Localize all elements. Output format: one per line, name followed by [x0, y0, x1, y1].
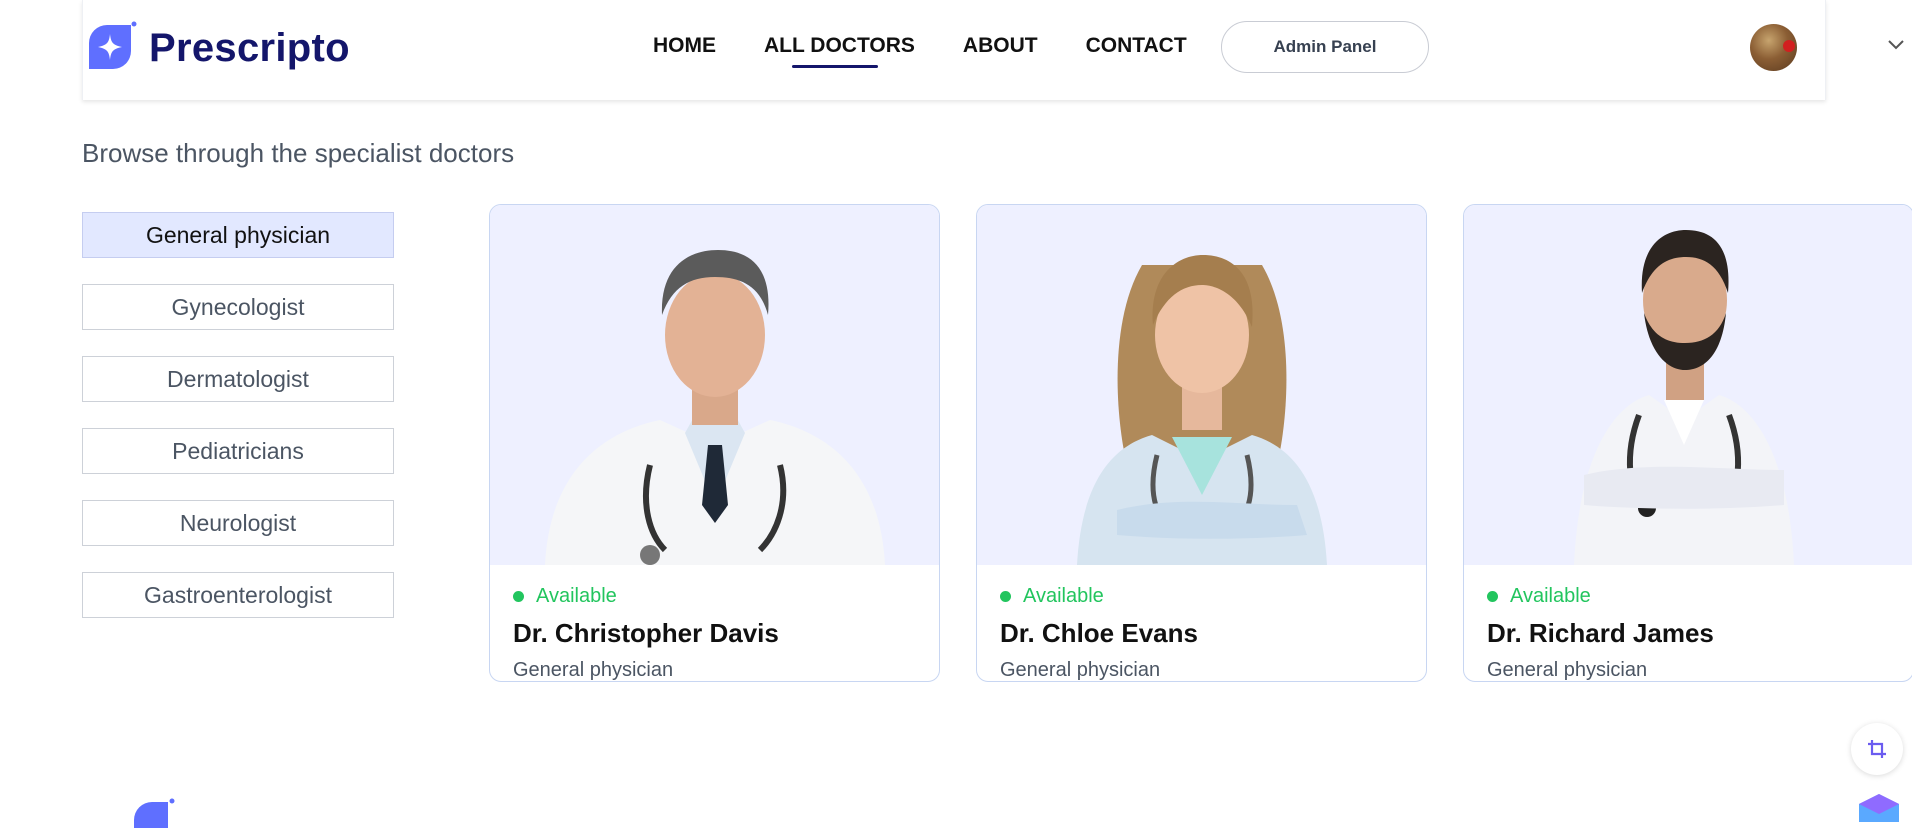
crop-icon: [1868, 740, 1886, 758]
doctor-name: Dr. Chloe Evans: [1000, 618, 1198, 648]
nav-all-doctors[interactable]: ALL DOCTORS: [764, 34, 915, 68]
doctor-speciality: General physician: [513, 659, 674, 681]
availability-status: Available: [1487, 585, 1890, 608]
status-text: Available: [1510, 585, 1591, 607]
top-navbar: Prescripto HOME ALL DOCTORS ABOUT CONTAC…: [82, 0, 1904, 100]
category-filter-list: General physician Gynecologist Dermatolo…: [82, 212, 394, 644]
user-avatar[interactable]: [1750, 24, 1797, 71]
logo-icon: [89, 21, 137, 69]
category-gynecologist[interactable]: Gynecologist: [82, 284, 394, 330]
availability-status: Available: [513, 585, 916, 608]
admin-panel-button[interactable]: Admin Panel: [1221, 21, 1429, 73]
doctor-card[interactable]: Available Dr. Chloe Evans General physic…: [976, 204, 1427, 682]
extension-cube-icon[interactable]: [1855, 792, 1903, 822]
status-text: Available: [1023, 585, 1104, 607]
doctor-name: Dr. Richard James: [1487, 618, 1714, 648]
doctor-card[interactable]: Available Dr. Christopher Davis General …: [489, 204, 940, 682]
doctor-speciality: General physician: [1000, 659, 1161, 681]
availability-status: Available: [1000, 585, 1403, 608]
doctor-photo: [490, 205, 939, 565]
doctor-photo: [1464, 205, 1912, 565]
doctor-speciality: General physician: [1487, 659, 1648, 681]
chevron-down-icon[interactable]: [1885, 33, 1907, 55]
category-gastroenterologist[interactable]: Gastroenterologist: [82, 572, 394, 618]
status-dot-icon: [513, 591, 524, 602]
page-subtitle: Browse through the specialist doctors: [82, 138, 515, 168]
category-pediatricians[interactable]: Pediatricians: [82, 428, 394, 474]
status-dot-icon: [1000, 591, 1011, 602]
nav-about[interactable]: ABOUT: [963, 34, 1038, 58]
category-general-physician[interactable]: General physician: [82, 212, 394, 258]
category-neurologist[interactable]: Neurologist: [82, 500, 394, 546]
doctor-photo: [977, 205, 1426, 565]
nav-home[interactable]: HOME: [653, 34, 716, 58]
brand-name: Prescripto: [149, 25, 350, 70]
status-text: Available: [536, 585, 617, 607]
category-dermatologist[interactable]: Dermatologist: [82, 356, 394, 402]
crop-tool-button[interactable]: [1851, 723, 1903, 775]
doctor-card[interactable]: Available Dr. Richard James General phys…: [1463, 204, 1912, 682]
nav-contact[interactable]: CONTACT: [1086, 34, 1187, 58]
status-dot-icon: [1487, 591, 1498, 602]
doctor-name: Dr. Christopher Davis: [513, 618, 779, 648]
footer-logo-icon: [134, 798, 175, 828]
brand-logo[interactable]: Prescripto: [83, 20, 350, 76]
main-nav: HOME ALL DOCTORS ABOUT CONTACT: [653, 34, 1235, 68]
